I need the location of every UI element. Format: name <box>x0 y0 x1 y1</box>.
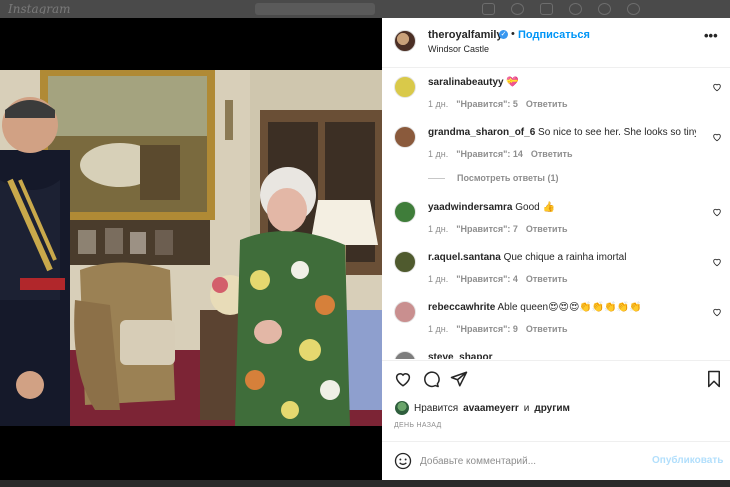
comment-username[interactable]: rebeccawhrite <box>428 302 495 313</box>
add-comment-input[interactable] <box>420 450 640 472</box>
comment-text: grandma_sharon_of_6 So nice to see her. … <box>428 126 696 139</box>
heart-icon[interactable] <box>712 132 722 142</box>
comment-likes[interactable]: "Нравится": 14 <box>456 149 523 159</box>
background-search <box>255 3 375 15</box>
comment-item: saralinabeautyy 💝 1 дн. "Нравится": 5 От… <box>382 69 730 119</box>
more-options-icon[interactable]: ••• <box>704 29 718 42</box>
new-post-icon <box>540 3 553 15</box>
commenter-avatar[interactable] <box>394 201 416 223</box>
comment-meta: 1 дн. "Нравится": 14 Ответить <box>428 149 572 159</box>
home-icon <box>482 3 495 15</box>
liker-username[interactable]: avaameyerr <box>463 403 519 414</box>
comment-likes[interactable]: "Нравится": 4 <box>456 274 518 284</box>
comment-text: saralinabeautyy 💝 <box>428 76 696 89</box>
activity-icon <box>598 3 611 15</box>
messenger-icon <box>511 3 524 15</box>
comment-likes[interactable]: "Нравится": 7 <box>456 224 518 234</box>
post-timestamp[interactable]: ДЕНЬ НАЗАД <box>394 422 442 429</box>
profile-icon <box>627 3 640 15</box>
background-nav-icons <box>482 3 640 15</box>
post-photo[interactable] <box>0 70 382 426</box>
comment-time: 1 дн. <box>428 149 449 159</box>
comment-body: 💝 <box>506 77 519 88</box>
header-separator: • <box>511 28 515 40</box>
comment-username[interactable]: steve_shapor <box>428 352 492 359</box>
comment-text: yaadwindersamra Good 👍 <box>428 201 696 214</box>
comment-meta: 1 дн. "Нравится": 5 Ответить <box>428 99 567 109</box>
author-username[interactable]: theroyalfamily <box>428 29 503 41</box>
comment-item: r.aquel.santana Que chique a rainha imor… <box>382 244 730 294</box>
comment-item: rebeccawhrite Able queen😍😍😍👏👏👏👏👏 1 дн. "… <box>382 294 730 344</box>
bookmark-icon[interactable] <box>705 370 723 388</box>
likes-conj: и <box>523 402 530 414</box>
comment-body: Good 👍 <box>515 202 555 213</box>
background-bottom-strip <box>0 480 730 487</box>
reply-button[interactable]: Ответить <box>526 224 568 234</box>
heart-icon[interactable] <box>712 82 722 92</box>
comment-item: steve_shapor <box>382 344 730 359</box>
comment-icon[interactable] <box>422 370 440 388</box>
comment-time: 1 дн. <box>428 324 449 334</box>
heart-icon[interactable] <box>712 257 722 267</box>
comment-meta: 1 дн. "Нравится": 9 Ответить <box>428 324 567 334</box>
post-side-panel: theroyalfamily ✓ • Подписаться Windsor C… <box>382 18 730 480</box>
comment-text: rebeccawhrite Able queen😍😍😍👏👏👏👏👏 <box>428 301 696 314</box>
share-icon[interactable] <box>450 370 468 388</box>
liker-avatar[interactable] <box>395 401 409 415</box>
background-logo: Instagram <box>8 4 71 14</box>
comment-likes[interactable]: "Нравится": 5 <box>456 99 518 109</box>
comment-time: 1 дн. <box>428 274 449 284</box>
commenter-avatar[interactable] <box>394 351 416 359</box>
others-link[interactable]: другим <box>534 403 570 414</box>
comment-time: 1 дн. <box>428 99 449 109</box>
follow-button[interactable]: Подписаться <box>518 29 590 41</box>
view-replies-button[interactable]: Посмотреть ответы (1) <box>428 173 558 183</box>
comment-text: steve_shapor <box>428 351 696 359</box>
replies-divider <box>428 177 445 179</box>
comment-meta: 1 дн. "Нравится": 7 Ответить <box>428 224 567 234</box>
comments-list[interactable]: saralinabeautyy 💝 1 дн. "Нравится": 5 От… <box>382 69 730 359</box>
photo-illustration <box>0 70 382 426</box>
comment-text: r.aquel.santana Que chique a rainha imor… <box>428 251 696 264</box>
emoji-icon[interactable] <box>394 452 412 470</box>
comment-time: 1 дн. <box>428 224 449 234</box>
comment-likes[interactable]: "Нравится": 9 <box>456 324 518 334</box>
comment-body: Que chique a rainha imortal <box>503 252 627 263</box>
comment-username[interactable]: grandma_sharon_of_6 <box>428 127 535 138</box>
likes-summary: Нравится avaameyerr и другим <box>395 401 570 415</box>
comment-username[interactable]: r.aquel.santana <box>428 252 501 263</box>
post-header: theroyalfamily ✓ • Подписаться Windsor C… <box>382 18 730 68</box>
reply-button[interactable]: Ответить <box>526 324 568 334</box>
heart-icon[interactable] <box>712 307 722 317</box>
reply-button[interactable]: Ответить <box>526 274 568 284</box>
comment-item: grandma_sharon_of_6 So nice to see her. … <box>382 119 730 169</box>
verified-badge-icon: ✓ <box>499 30 508 39</box>
comment-username[interactable]: saralinabeautyy <box>428 77 504 88</box>
post-location[interactable]: Windsor Castle <box>428 44 489 54</box>
commenter-avatar[interactable] <box>394 76 416 98</box>
reply-button[interactable]: Ответить <box>531 149 573 159</box>
comment-body: Able queen😍😍😍👏👏👏👏👏 <box>497 302 642 313</box>
post-media-area <box>0 18 382 480</box>
view-replies-label: Посмотреть ответы (1) <box>457 173 559 183</box>
heart-icon[interactable] <box>712 207 722 217</box>
background-top-bar: Instagram <box>0 0 730 18</box>
commenter-avatar[interactable] <box>394 126 416 148</box>
commenter-avatar[interactable] <box>394 251 416 273</box>
add-comment-bar: Опубликовать <box>382 441 730 480</box>
commenter-avatar[interactable] <box>394 301 416 323</box>
comment-meta: 1 дн. "Нравится": 4 Ответить <box>428 274 567 284</box>
likes-prefix: Нравится <box>414 402 459 414</box>
comment-body: So nice to see her. She looks so tiny. <box>538 127 696 138</box>
reply-button[interactable]: Ответить <box>526 99 568 109</box>
post-comment-button[interactable]: Опубликовать <box>652 455 723 466</box>
comment-username[interactable]: yaadwindersamra <box>428 202 513 213</box>
like-heart-icon[interactable] <box>394 370 412 388</box>
explore-icon <box>569 3 582 15</box>
comment-item: yaadwindersamra Good 👍 1 дн. "Нравится":… <box>382 194 730 244</box>
author-avatar[interactable] <box>394 30 416 52</box>
